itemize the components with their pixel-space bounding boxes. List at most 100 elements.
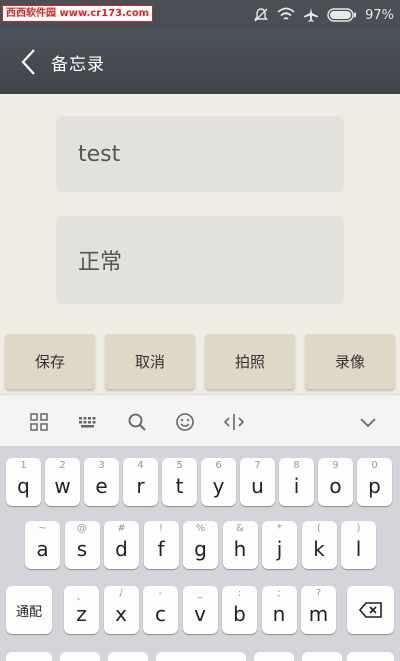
key-label: p — [368, 474, 381, 498]
bottom-row-key[interactable] — [6, 652, 52, 661]
backspace-icon — [358, 602, 382, 618]
watermark: 西西软件园 www.cr173.com — [2, 5, 154, 22]
key-secondary-label: 5 — [176, 460, 183, 471]
key-secondary-label: # — [117, 523, 126, 534]
emoji-icon[interactable] — [174, 411, 196, 433]
note-body-input[interactable]: 正常 — [56, 216, 344, 304]
video-button[interactable]: 录像 — [305, 334, 395, 389]
key-secondary-label: ( — [317, 523, 321, 534]
key-g[interactable]: % g — [183, 521, 218, 569]
shift-key-label: 通配 — [15, 604, 42, 620]
key-label: x — [115, 602, 127, 626]
key-label: i — [293, 474, 300, 498]
keyboard-icon[interactable] — [77, 411, 99, 433]
key-secondary-label: : — [237, 588, 242, 599]
key-q[interactable]: 1q — [6, 458, 41, 506]
key-label: r — [136, 474, 145, 498]
search-icon[interactable] — [126, 411, 148, 433]
key-label: m — [308, 602, 329, 626]
key-label: v — [194, 602, 206, 626]
save-button[interactable]: 保存 — [5, 334, 95, 389]
key-secondary-label: 1 — [20, 460, 27, 471]
bottom-row-key[interactable] — [254, 652, 294, 661]
key-secondary-label: ) — [356, 523, 361, 534]
status-bar: 西西软件园 www.cr173.com 97% — [0, 0, 400, 30]
key-label: n — [272, 602, 286, 626]
key-k[interactable]: (k — [301, 521, 337, 569]
key-label: l — [355, 537, 362, 561]
key-secondary-label: ~ — [38, 523, 47, 534]
key-label: z — [76, 602, 87, 626]
battery-percent: 97% — [365, 7, 394, 23]
key-secondary-label: 9 — [332, 460, 339, 471]
battery-icon — [327, 8, 357, 22]
key-l[interactable]: ) l — [341, 521, 376, 569]
note-title-input[interactable]: test — [56, 116, 344, 192]
key-label: d — [115, 537, 128, 561]
key-secondary-label: 、 — [76, 592, 87, 603]
key-secondary-label: 7 — [254, 460, 261, 471]
key-p[interactable]: 0p — [357, 458, 392, 506]
key-label: e — [95, 474, 108, 498]
key-m[interactable]: ? m — [301, 586, 336, 634]
action-button-row: 保存 取消 拍照 录像 — [0, 334, 400, 390]
key-o[interactable]: 9o — [318, 458, 353, 506]
key-u[interactable]: 7u — [240, 458, 275, 506]
key-b[interactable]: :b — [222, 586, 257, 634]
key-secondary-label: 3 — [98, 460, 105, 471]
key-secondary-label: _ — [197, 588, 203, 599]
key-h[interactable]: & h — [222, 521, 258, 569]
bottom-row-key[interactable] — [60, 652, 100, 661]
key-secondary-label: * — [277, 523, 282, 534]
key-label: q — [17, 474, 30, 498]
key-s[interactable]: @ s — [64, 521, 100, 569]
bottom-row-key[interactable] — [347, 652, 394, 661]
collapse-icon[interactable] — [357, 411, 379, 433]
wifi-icon — [277, 7, 295, 20]
keyboard-toolbar — [0, 394, 400, 446]
bottom-row-key[interactable] — [108, 652, 148, 661]
key-i[interactable]: 8i — [279, 458, 314, 506]
key-label: o — [329, 474, 342, 498]
key-label: g — [194, 537, 207, 561]
key-t[interactable]: 5t — [162, 458, 197, 506]
mute-icon — [254, 8, 268, 22]
key-x[interactable]: / x — [103, 586, 139, 634]
photo-button[interactable]: 拍照 — [205, 334, 295, 389]
key-d[interactable]: # d — [104, 521, 139, 569]
key-label: h — [233, 537, 247, 561]
cursor-icon[interactable] — [223, 411, 245, 433]
back-button[interactable] — [14, 46, 44, 78]
key-z[interactable]: 、 z — [64, 586, 99, 634]
shift-key[interactable]: 通配 — [6, 586, 52, 634]
space-key[interactable] — [156, 652, 246, 661]
key-a[interactable]: ~ a — [25, 521, 60, 569]
status-icons: 97% — [253, 5, 394, 25]
key-n[interactable]: ; n — [261, 586, 297, 634]
keyboard: 1q2w3e4r5t6y7u8i9o0p ~ a @ s # d! f% g & h * j(k) l … — [0, 446, 400, 661]
chevron-left-icon — [21, 49, 35, 75]
key-v[interactable]: _ v — [182, 586, 218, 634]
grid-icon[interactable] — [28, 411, 50, 433]
key-label: a — [36, 537, 49, 561]
key-secondary-label: ? — [315, 588, 322, 599]
key-y[interactable]: 6y — [201, 458, 236, 506]
key-label: c — [155, 602, 166, 626]
key-secondary-label: ! — [158, 523, 163, 534]
key-secondary-label: 8 — [293, 460, 300, 471]
key-c[interactable]: -c — [143, 586, 178, 634]
key-e[interactable]: 3e — [84, 458, 119, 506]
cancel-button[interactable]: 取消 — [105, 334, 195, 389]
backspace-key[interactable] — [347, 586, 394, 634]
key-secondary-label: ; — [277, 588, 281, 599]
key-j[interactable]: * j — [262, 521, 297, 569]
key-secondary-label: 6 — [215, 460, 222, 471]
key-label: u — [251, 474, 264, 498]
key-secondary-label: & — [236, 523, 244, 534]
key-w[interactable]: 2w — [45, 458, 80, 506]
page-title: 备忘录 — [51, 55, 105, 75]
key-f[interactable]: ! f — [143, 521, 179, 569]
key-r[interactable]: 4r — [123, 458, 158, 506]
bottom-row-key[interactable] — [302, 652, 342, 661]
key-secondary-label: / — [119, 588, 123, 599]
